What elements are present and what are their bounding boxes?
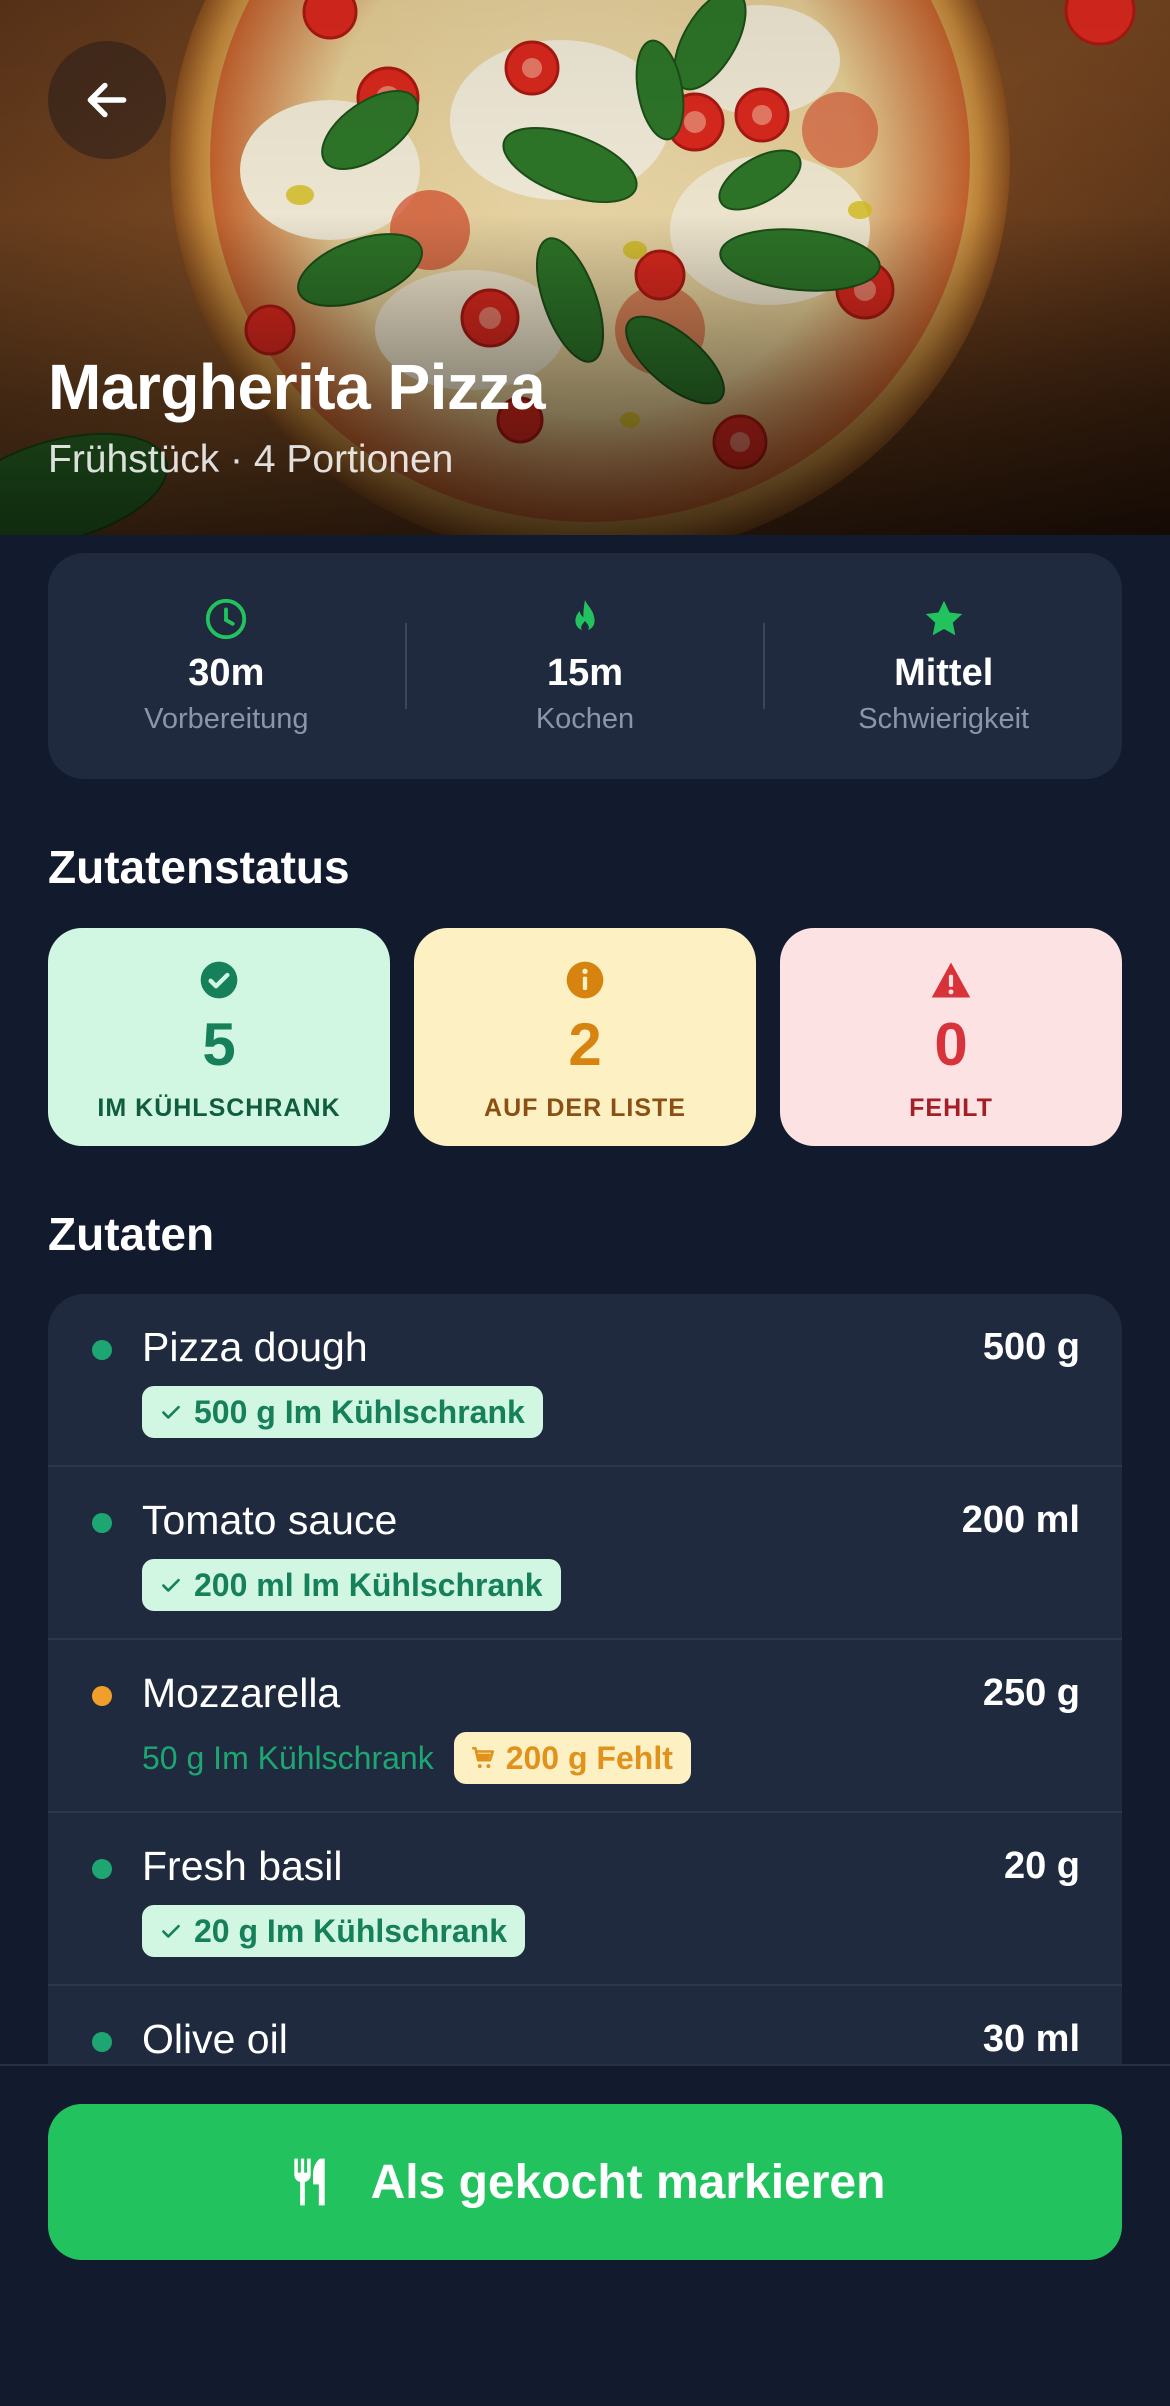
cart-icon xyxy=(471,1746,494,1769)
recipe-hero: Margherita Pizza Frühstück · 4 Portionen xyxy=(0,0,1170,535)
stat-label: Kochen xyxy=(535,703,635,735)
button-label: Als gekocht markieren xyxy=(370,2155,886,2209)
status-dot xyxy=(92,1340,112,1360)
ingredient-qty: 250 g xyxy=(982,1672,1080,1714)
star-icon xyxy=(925,600,962,636)
back-button[interactable] xyxy=(48,41,166,159)
status-dot xyxy=(92,2032,112,2052)
ingredient-name: Pizza dough xyxy=(142,1324,368,1370)
status-count: 5 xyxy=(202,1011,236,1078)
arrow-left-icon xyxy=(87,82,127,118)
ingredient-row[interactable]: Pizza dough 500 g 500 g Im Kühlschrank xyxy=(48,1294,1122,1467)
badge-text: 500 g Im Kühlschrank xyxy=(194,1393,525,1430)
in-fridge-badge: 20 g Im Kühlschrank xyxy=(142,1905,525,1957)
ingredient-qty: 30 ml xyxy=(982,2018,1080,2060)
ingredient-qty: 500 g xyxy=(982,1326,1080,1368)
recipe-title: Margherita Pizza xyxy=(48,351,546,423)
ingredient-row[interactable]: Mozzarella 250 g 50 g Im Kühlschrank 200… xyxy=(48,1640,1122,1813)
check-circle-icon xyxy=(200,961,238,999)
check-icon xyxy=(162,1924,180,1938)
status-card-missing[interactable]: 0 FEHLT xyxy=(780,928,1122,1146)
ingredient-name: Olive oil xyxy=(142,2016,288,2062)
clock-icon xyxy=(206,598,247,640)
in-fridge-badge: 200 ml Im Kühlschrank xyxy=(142,1559,561,1611)
status-dot xyxy=(92,1513,112,1533)
section-title-ingredients: Zutaten xyxy=(48,1208,215,1260)
ingredient-row[interactable]: Tomato sauce 200 ml 200 ml Im Kühlschran… xyxy=(48,1467,1122,1640)
check-icon xyxy=(162,1405,180,1419)
missing-badge: 200 g Fehlt xyxy=(453,1732,691,1784)
status-label: AUF DER LISTE xyxy=(484,1094,686,1122)
recipe-stats: 30m Vorbereitung 15m Kochen Mittel Schwi… xyxy=(48,553,1122,779)
in-fridge-text: 50 g Im Kühlschrank xyxy=(142,1739,434,1776)
recipe-subtitle: Frühstück · 4 Portionen xyxy=(48,438,454,481)
ingredient-row[interactable]: Fresh basil 20 g 20 g Im Kühlschrank xyxy=(48,1813,1122,1986)
status-card-fridge[interactable]: 5 IM KÜHLSCHRANK xyxy=(48,928,390,1146)
status-count: 2 xyxy=(568,1011,602,1078)
status-dot xyxy=(92,1859,112,1879)
badge-text: 200 ml Im Kühlschrank xyxy=(194,1566,543,1603)
ingredient-name: Fresh basil xyxy=(142,1843,343,1889)
stat-prep: 30m Vorbereitung xyxy=(48,596,405,736)
status-card-list[interactable]: 2 AUF DER LISTE xyxy=(414,928,756,1146)
stat-label: Schwierigkeit xyxy=(858,703,1030,735)
status-count: 0 xyxy=(934,1011,968,1078)
badge-text: 200 g Fehlt xyxy=(505,1739,673,1776)
status-cards: 5 IM KÜHLSCHRANK 2 AUF DER LISTE 0 FEHLT xyxy=(48,928,1122,1146)
warning-icon xyxy=(931,962,971,998)
bottom-action-bar: Als gekocht markieren xyxy=(0,2064,1170,2406)
ingredient-name: Tomato sauce xyxy=(142,1497,398,1543)
mark-cooked-button[interactable]: Als gekocht markieren xyxy=(48,2104,1122,2260)
stat-value: 15m xyxy=(546,652,624,694)
ingredient-list: Pizza dough 500 g 500 g Im Kühlschrank T… xyxy=(48,1294,1122,2064)
info-icon xyxy=(566,961,604,999)
status-label: IM KÜHLSCHRANK xyxy=(97,1094,341,1122)
stat-label: Vorbereitung xyxy=(144,703,309,735)
ingredient-name: Mozzarella xyxy=(142,1670,341,1716)
badge-text: 20 g Im Kühlschrank xyxy=(194,1912,507,1949)
check-icon xyxy=(162,1578,180,1592)
status-label: FEHLT xyxy=(909,1094,993,1122)
ingredient-qty: 200 ml xyxy=(961,1499,1080,1541)
stat-difficulty: Mittel Schwierigkeit xyxy=(765,596,1122,736)
ingredient-qty: 20 g xyxy=(1003,1845,1080,1887)
flame-icon xyxy=(575,599,595,632)
section-title-status: Zutatenstatus xyxy=(48,841,350,893)
stat-cook: 15m Kochen xyxy=(407,596,764,736)
stat-value: Mittel xyxy=(894,652,994,694)
status-dot xyxy=(92,1686,112,1706)
stat-value: 30m xyxy=(188,652,265,694)
ingredient-row[interactable]: Olive oil 30 ml xyxy=(48,1986,1122,2064)
utensils-icon xyxy=(293,2158,325,2206)
in-fridge-badge: 500 g Im Kühlschrank xyxy=(142,1386,543,1438)
